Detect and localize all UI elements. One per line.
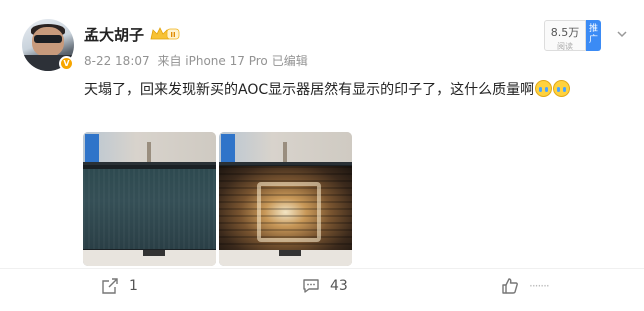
comment-count: 43	[330, 278, 348, 294]
avatar[interactable]: V	[22, 19, 74, 71]
like-count: ·······	[529, 279, 550, 293]
post-date[interactable]: 8-22 18:07	[84, 54, 150, 68]
level-badge-text: II	[170, 31, 175, 39]
promotion-box[interactable]: 8.5万 阅读 推广	[544, 20, 601, 51]
share-button[interactable]: 1	[101, 277, 138, 295]
monitor-on-photo[interactable]	[219, 132, 352, 266]
post-meta: 8-22 18:07 来自 iPhone 17 Pro 已编辑	[84, 52, 312, 69]
post-text: 天塌了，回来发现新买的AOC显示器居然有显示的印子了，这什么质量啊	[84, 79, 571, 99]
read-count-number: 8.5万	[550, 26, 580, 39]
post-text-content: 天塌了，回来发现新买的AOC显示器居然有显示的印子了，这什么质量啊	[84, 82, 535, 98]
crying-face-emoji-icon	[535, 80, 553, 97]
verified-badge-icon: V	[59, 56, 74, 71]
post-source: 来自 iPhone 17 Pro	[157, 54, 268, 68]
author-name[interactable]: 孟大胡子	[84, 24, 144, 45]
comment-icon	[303, 279, 319, 293]
share-count: 1	[129, 278, 138, 294]
footer-divider	[0, 268, 644, 269]
weibo-post-card: V 孟大胡子 II 8-22 18:07 来自 iPhone 17 Pro 已编辑…	[0, 0, 644, 311]
chevron-down-icon[interactable]	[616, 28, 628, 40]
monitor-off-photo[interactable]	[83, 132, 216, 266]
comment-button[interactable]: 43	[302, 277, 348, 295]
share-icon	[102, 278, 118, 294]
thumbs-up-icon	[502, 278, 518, 294]
like-button[interactable]: ·······	[501, 277, 550, 295]
read-count: 8.5万 阅读	[544, 20, 586, 51]
read-count-label: 阅读	[557, 42, 573, 51]
promote-button[interactable]: 推广	[586, 20, 601, 51]
crying-face-emoji-icon	[553, 80, 571, 97]
post-edited[interactable]: 已编辑	[272, 54, 308, 68]
vip-crown-icon[interactable]: II	[150, 26, 180, 41]
